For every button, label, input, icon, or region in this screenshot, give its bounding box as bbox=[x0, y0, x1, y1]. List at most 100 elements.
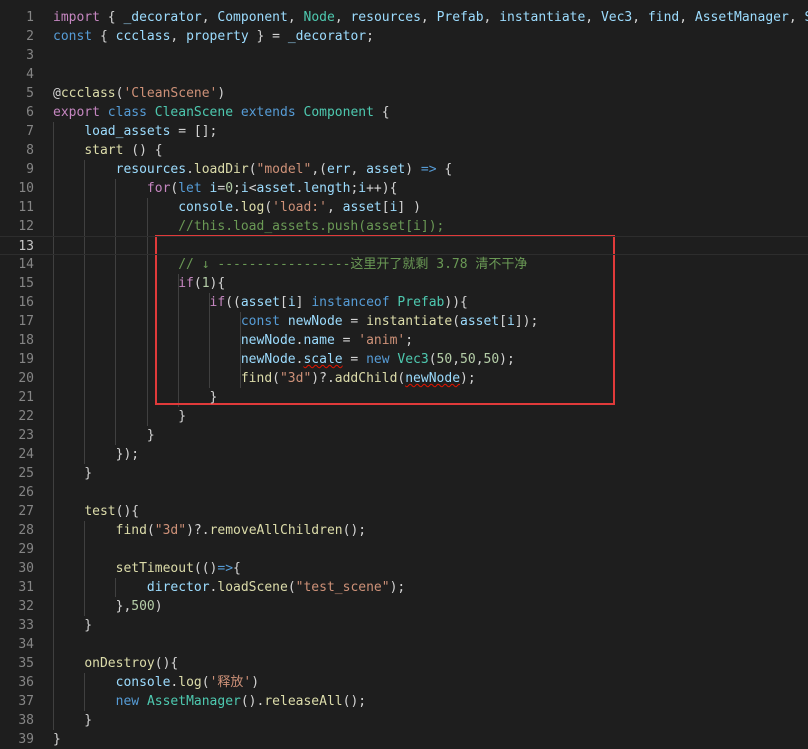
code-text: resources.loadDir("model",(err, asset) =… bbox=[53, 160, 453, 179]
code-line[interactable]: 17 const newNode = instantiate(asset[i])… bbox=[0, 312, 808, 331]
code-token: length bbox=[303, 181, 351, 196]
code-line[interactable]: 9 resources.loadDir("model",(err, asset)… bbox=[0, 160, 808, 179]
code-line[interactable]: 27 test(){ bbox=[0, 502, 808, 521]
code-token: } bbox=[53, 618, 93, 633]
code-line[interactable]: 12 //this.load_assets.push(asset[i]); bbox=[0, 217, 808, 236]
code-line[interactable]: 1 import { _decorator, Component, Node, r… bbox=[0, 8, 808, 27]
code-line[interactable]: 14 // ↓ -----------------这里开了就剩 3.78 清不干… bbox=[0, 255, 808, 274]
code-line[interactable]: 19 newNode.scale = new Vec3(50,50,50); bbox=[0, 350, 808, 369]
code-line[interactable]: 7 load_assets = []; bbox=[0, 122, 808, 141]
code-token: AssetManager bbox=[694, 10, 789, 25]
code-token: . bbox=[186, 162, 194, 177]
code-token: 0 bbox=[225, 181, 234, 196]
line-number: 30 bbox=[18, 561, 34, 576]
code-line[interactable]: 4 bbox=[0, 65, 808, 84]
code-text: test(){ bbox=[53, 502, 139, 521]
code-editor[interactable]: 1 import { _decorator, Component, Node, r… bbox=[0, 0, 808, 749]
line-number: 34 bbox=[18, 637, 34, 652]
code-line[interactable]: 11 console.log('load:', asset[i] ) bbox=[0, 198, 808, 217]
code-token: newNode bbox=[405, 371, 461, 386]
code-text: find("3d")?.removeAllChildren(); bbox=[53, 521, 366, 540]
code-text: if(1){ bbox=[53, 274, 225, 293]
code-line[interactable]: 26 bbox=[0, 483, 808, 502]
code-line[interactable]: 6 export class CleanScene extends Compone… bbox=[0, 103, 808, 122]
code-line[interactable]: 37 new AssetManager().releaseAll(); bbox=[0, 692, 808, 711]
code-line[interactable]: 10 for(let i=0;i<asset.length;i++){ bbox=[0, 179, 808, 198]
code-token: "3d" bbox=[154, 523, 187, 538]
code-token: }, bbox=[53, 599, 132, 614]
code-line[interactable]: 31 director.loadScene("test_scene"); bbox=[0, 578, 808, 597]
code-token: extends bbox=[240, 105, 296, 120]
code-line[interactable]: 8 start () { bbox=[0, 141, 808, 160]
code-token: . bbox=[233, 200, 241, 215]
code-token: , bbox=[475, 352, 484, 367]
code-line[interactable]: 5 @ccclass('CleanScene') bbox=[0, 84, 808, 103]
code-line[interactable]: 2 const { ccclass, property } = _decorato… bbox=[0, 27, 808, 46]
code-line[interactable]: 32 },500) bbox=[0, 597, 808, 616]
code-line[interactable]: 23 } bbox=[0, 426, 808, 445]
code-text: export class CleanScene extends Componen… bbox=[53, 103, 390, 122]
code-token: } bbox=[53, 390, 218, 405]
code-text: import { _decorator, Component, Node, re… bbox=[53, 8, 808, 27]
code-token: => bbox=[217, 561, 234, 576]
code-token: Sk bbox=[804, 10, 808, 25]
code-token: Component bbox=[217, 10, 288, 25]
code-token: asset bbox=[240, 295, 280, 310]
code-token: ) bbox=[154, 599, 163, 614]
code-line[interactable]: 16 if((asset[i] instanceof Prefab)){ bbox=[0, 293, 808, 312]
line-number: 33 bbox=[18, 618, 34, 633]
code-line[interactable]: 3 bbox=[0, 46, 808, 65]
code-text: director.loadScene("test_scene"); bbox=[53, 578, 405, 597]
code-token: ]); bbox=[514, 314, 539, 329]
code-line[interactable]: 18 newNode.name = 'anim'; bbox=[0, 331, 808, 350]
code-line[interactable]: 21 } bbox=[0, 388, 808, 407]
code-token: if bbox=[178, 276, 194, 291]
code-token: instantiate bbox=[499, 10, 586, 25]
code-token: ; bbox=[405, 333, 414, 348]
code-token: Prefab bbox=[436, 10, 484, 25]
code-line[interactable]: 24 }); bbox=[0, 445, 808, 464]
code-token: 'CleanScene' bbox=[123, 86, 218, 101]
code-token: 'load:' bbox=[272, 200, 327, 215]
code-token: ); bbox=[460, 371, 476, 386]
code-token: loadScene bbox=[217, 580, 288, 595]
code-token: setTimeout bbox=[115, 561, 194, 576]
code-token: export bbox=[53, 105, 100, 120]
line-number: 8 bbox=[26, 143, 34, 158]
code-line[interactable]: 34 bbox=[0, 635, 808, 654]
code-token: }); bbox=[53, 447, 140, 462]
code-token: { bbox=[99, 10, 124, 25]
code-token: @ bbox=[53, 86, 61, 101]
code-line[interactable]: 39} bbox=[0, 730, 808, 749]
code-line[interactable]: 15 if(1){ bbox=[0, 274, 808, 293]
code-text: //this.load_assets.push(asset[i]); bbox=[53, 217, 444, 236]
line-number: 25 bbox=[18, 466, 34, 481]
code-token: { bbox=[373, 105, 390, 120]
code-line[interactable]: 33 } bbox=[0, 616, 808, 635]
line-number: 15 bbox=[18, 276, 34, 291]
code-line[interactable]: 29 bbox=[0, 540, 808, 559]
code-token: , bbox=[788, 10, 805, 25]
line-number: 14 bbox=[18, 257, 34, 272]
code-line[interactable]: 20 find("3d")?.addChild(newNode); bbox=[0, 369, 808, 388]
code-line[interactable]: 25 } bbox=[0, 464, 808, 483]
code-token: 1 bbox=[201, 276, 210, 291]
code-line[interactable]: 36 console.log('释放') bbox=[0, 673, 808, 692]
line-number: 32 bbox=[18, 599, 34, 614]
code-token: (); bbox=[342, 694, 367, 709]
code-line[interactable]: 30 setTimeout(()=>{ bbox=[0, 559, 808, 578]
code-line[interactable]: 28 find("3d")?.removeAllChildren(); bbox=[0, 521, 808, 540]
code-line[interactable]: 35 onDestroy(){ bbox=[0, 654, 808, 673]
code-line[interactable]: 22 } bbox=[0, 407, 808, 426]
line-number: 22 bbox=[18, 409, 34, 424]
code-line[interactable]: 38 } bbox=[0, 711, 808, 730]
code-line[interactable]: 13 bbox=[0, 236, 808, 255]
code-token: i bbox=[358, 181, 367, 196]
